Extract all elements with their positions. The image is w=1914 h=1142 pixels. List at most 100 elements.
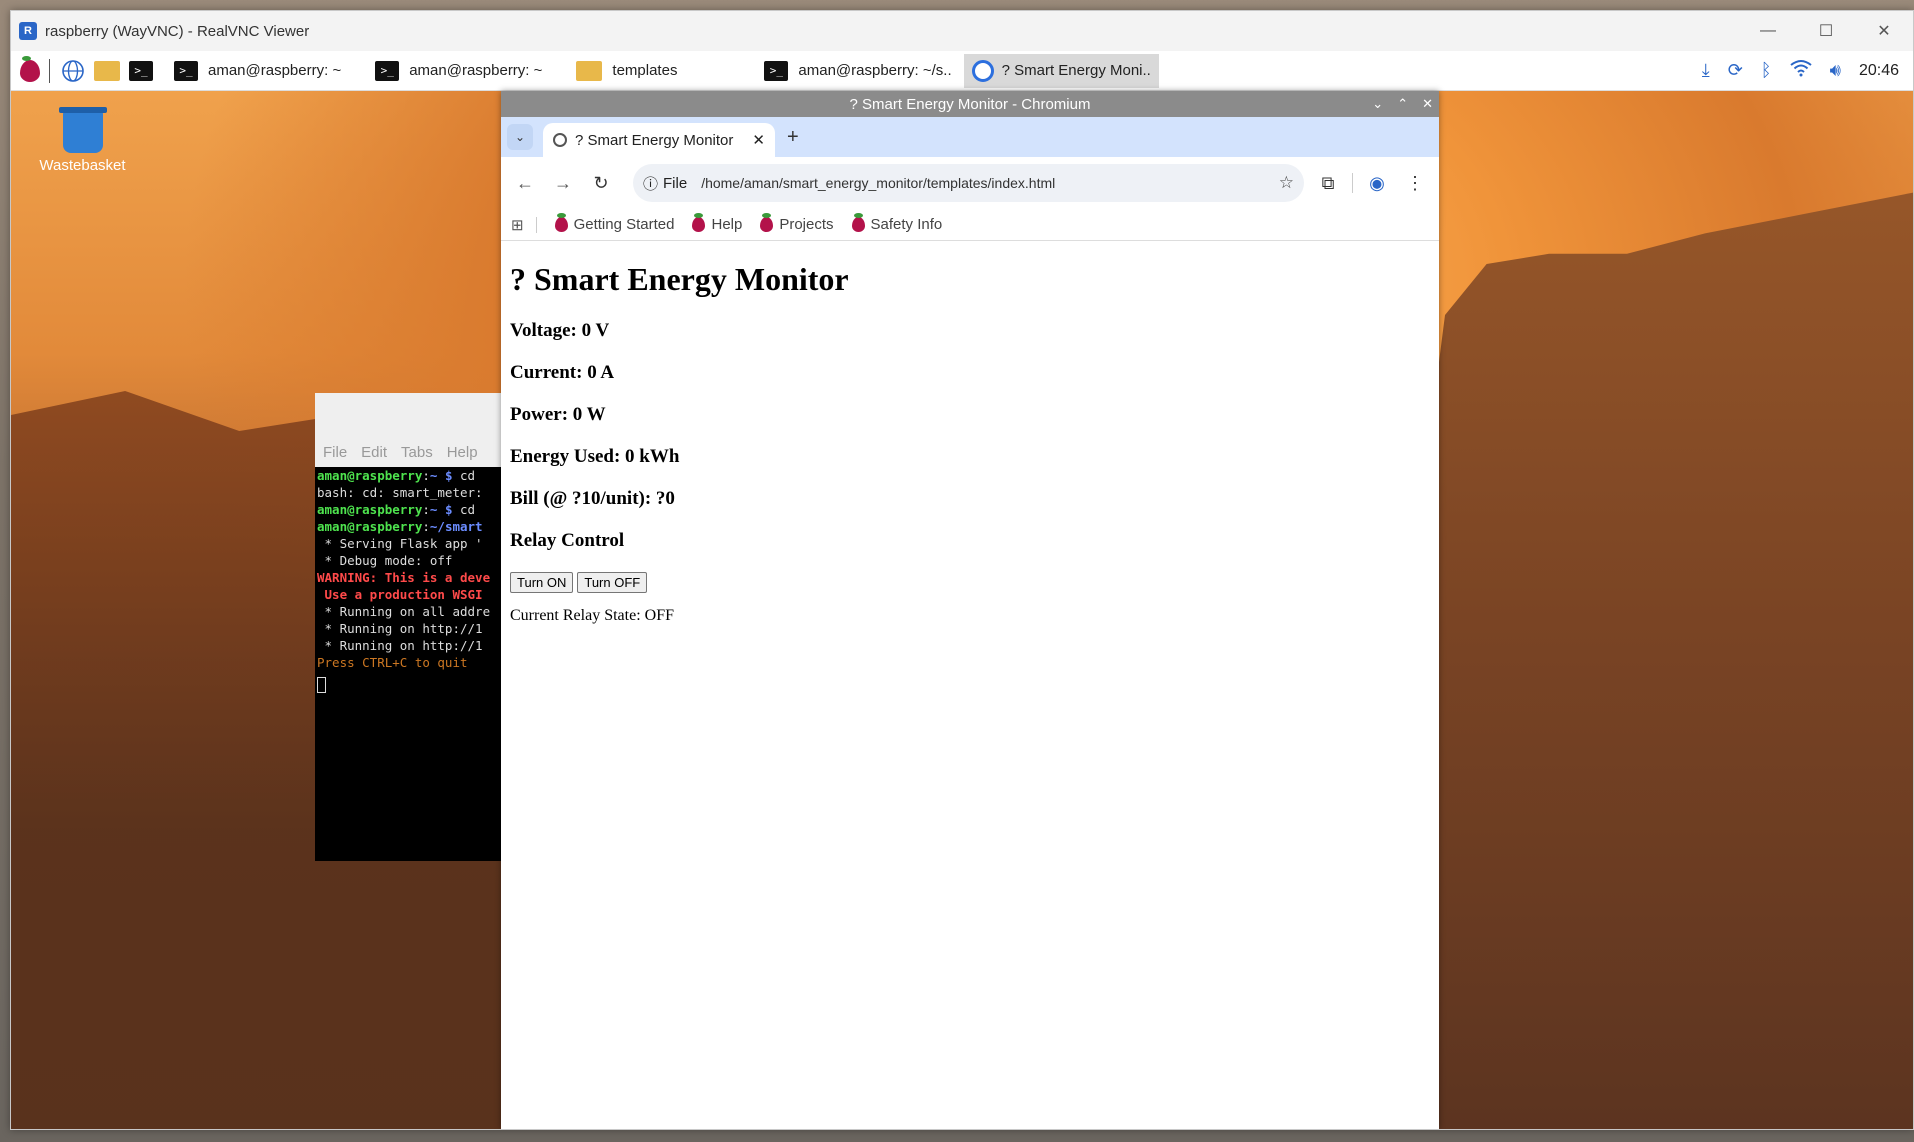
bookmark-label: Projects xyxy=(779,216,834,233)
tab-strip: ⌄ ? Smart Energy Monitor ✕ + xyxy=(501,117,1439,157)
bookmark-label: Safety Info xyxy=(870,216,943,233)
maximize-button[interactable]: ☐ xyxy=(1797,11,1855,51)
maximize-icon[interactable]: ⌃ xyxy=(1397,96,1408,112)
taskbar-separator xyxy=(49,58,50,83)
taskbar: >_ >_ aman@raspberry: ~ >_ aman@raspberr… xyxy=(11,51,1913,91)
bookmark-label: Help xyxy=(711,216,743,233)
raspberry-menu-icon[interactable] xyxy=(15,55,45,86)
bookmarks-separator xyxy=(535,216,537,233)
clock[interactable]: 20:46 xyxy=(1859,62,1899,80)
close-button[interactable]: ✕ xyxy=(1855,11,1913,51)
vnc-titlebar: R raspberry (WayVNC) - RealVNC Viewer — … xyxy=(11,11,1913,51)
chromium-icon xyxy=(971,59,994,82)
taskbar-task-active[interactable]: ? Smart Energy Moni.. xyxy=(963,53,1159,88)
bookmark-help[interactable]: Help xyxy=(692,213,743,233)
apps-grid-icon[interactable]: ⊞ xyxy=(511,216,524,234)
download-icon[interactable]: ⤓ xyxy=(1702,60,1710,81)
browser-launcher-icon[interactable] xyxy=(58,56,88,86)
menu-file[interactable]: File xyxy=(323,444,347,461)
terminal-window[interactable]: File Edit Tabs Help aman@raspberry:~ $ c… xyxy=(315,393,505,861)
bookmark-getting-started[interactable]: Getting Started xyxy=(554,213,675,233)
url-text[interactable]: /home/aman/smart_energy_monitor/template… xyxy=(701,175,1279,191)
menu-edit[interactable]: Edit xyxy=(361,444,387,461)
realvnc-logo-icon: R xyxy=(19,22,37,40)
bookmark-label: Getting Started xyxy=(573,216,675,233)
raspberry-icon xyxy=(692,213,706,232)
reload-icon[interactable]: ↻ xyxy=(587,173,615,194)
globe-icon xyxy=(553,133,567,147)
tab-smart-energy-monitor[interactable]: ? Smart Energy Monitor ✕ xyxy=(543,123,775,157)
remote-desktop[interactable]: >_ >_ aman@raspberry: ~ >_ aman@raspberr… xyxy=(11,51,1913,1129)
terminal-launcher-icon[interactable]: >_ xyxy=(126,56,156,86)
wastebasket-icon xyxy=(58,107,107,153)
relay-state-text: Current Relay State: OFF xyxy=(510,607,674,624)
minimize-icon[interactable]: ⌄ xyxy=(1372,96,1383,112)
chromium-titlebar[interactable]: ? Smart Energy Monitor - Chromium ⌄ ⌃ ✕ xyxy=(501,91,1439,117)
raspberry-icon xyxy=(760,213,774,232)
wifi-icon[interactable] xyxy=(1789,59,1812,82)
taskbar-task[interactable]: >_ aman@raspberry: ~/s.. xyxy=(756,54,959,88)
relay-control-heading: Relay Control xyxy=(510,530,625,551)
wastebasket-label: Wastebasket xyxy=(39,157,126,174)
relay-buttons: Turn ON Turn OFF xyxy=(510,572,1430,593)
taskbar-task-label: aman@raspberry: ~ xyxy=(409,62,543,79)
file-manager-launcher-icon[interactable] xyxy=(92,56,122,86)
taskbar-task[interactable]: templates xyxy=(568,54,752,88)
close-icon[interactable]: ✕ xyxy=(1422,96,1433,112)
taskbar-task-label: templates xyxy=(612,62,678,79)
bookmarks-bar: ⊞ Getting Started Help Projects Safety I… xyxy=(501,209,1439,241)
back-arrow-icon[interactable]: ← xyxy=(511,173,539,194)
tab-close-icon[interactable]: ✕ xyxy=(752,131,765,149)
vnc-window-title: raspberry (WayVNC) - RealVNC Viewer xyxy=(45,22,310,40)
current-reading: Current: 0 A xyxy=(510,362,615,383)
terminal-menubar: File Edit Tabs Help xyxy=(315,437,505,467)
terminal-icon: >_ xyxy=(174,60,198,81)
extensions-icon[interactable]: ⧉ xyxy=(1314,173,1342,194)
minimize-button[interactable]: — xyxy=(1739,11,1797,51)
terminal-icon: >_ xyxy=(375,60,400,81)
terminal-titlebar[interactable] xyxy=(315,393,505,437)
terminal-output[interactable]: aman@raspberry:~ $ cd bash: cd: smart_me… xyxy=(315,467,505,697)
info-icon: ⓘ xyxy=(643,175,659,193)
menu-help[interactable]: Help xyxy=(447,444,478,461)
energy-reading: Energy Used: 0 kWh xyxy=(510,446,680,467)
site-info-chip[interactable]: ⓘ File xyxy=(643,173,687,194)
bookmark-safety-info[interactable]: Safety Info xyxy=(851,213,943,233)
raspberry-icon xyxy=(851,213,865,232)
turn-on-button[interactable]: Turn ON xyxy=(510,572,574,593)
bill-reading: Bill (@ ?10/unit): ?0 xyxy=(510,488,675,509)
wastebasket-desktop-icon[interactable]: Wastebasket xyxy=(25,107,140,174)
browser-toolbar: ← → ↻ ⓘ File /home/aman/smart_energy_mon… xyxy=(501,157,1439,209)
tab-title: ? Smart Energy Monitor xyxy=(575,131,734,149)
volume-icon[interactable]: 🔊︎ xyxy=(1830,60,1841,81)
taskbar-task[interactable]: >_ aman@raspberry: ~ xyxy=(367,54,550,88)
wallpaper-cliff xyxy=(1393,192,1913,1129)
tab-search-button[interactable]: ⌄ xyxy=(507,124,533,150)
voltage-reading: Voltage: 0 V xyxy=(510,320,610,341)
profile-icon[interactable]: ◉ xyxy=(1363,173,1391,194)
terminal-icon: >_ xyxy=(764,60,789,81)
new-tab-button[interactable]: + xyxy=(787,126,799,149)
turn-off-button[interactable]: Turn OFF xyxy=(577,572,648,593)
site-info-label: File xyxy=(663,174,688,192)
bookmark-star-icon[interactable]: ☆ xyxy=(1279,173,1294,193)
toolbar-separator xyxy=(1352,173,1353,193)
system-tray: ⤓ ⟳ ᛒ 🔊︎ 20:46 xyxy=(1702,59,1913,82)
chromium-window: ? Smart Energy Monitor - Chromium ⌄ ⌃ ✕ … xyxy=(501,91,1439,1129)
bluetooth-icon[interactable]: ᛒ xyxy=(1761,60,1772,81)
raspberry-icon xyxy=(554,213,568,232)
page-content: ? Smart Energy Monitor Voltage: 0 V Curr… xyxy=(501,241,1439,645)
taskbar-task[interactable]: >_ aman@raspberry: ~ xyxy=(166,54,349,88)
terminal-cursor xyxy=(317,677,326,693)
taskbar-task-label: aman@raspberry: ~/s.. xyxy=(798,62,952,79)
menu-kebab-icon[interactable]: ⋮ xyxy=(1401,173,1429,194)
taskbar-task-label: ? Smart Energy Moni.. xyxy=(1001,62,1151,79)
bookmark-projects[interactable]: Projects xyxy=(760,213,834,233)
folder-icon xyxy=(576,60,603,81)
address-bar[interactable]: ⓘ File /home/aman/smart_energy_monitor/t… xyxy=(633,164,1304,202)
menu-tabs[interactable]: Tabs xyxy=(401,444,433,461)
update-icon[interactable]: ⟳ xyxy=(1728,60,1743,81)
power-reading: Power: 0 W xyxy=(510,404,606,425)
taskbar-task-label: aman@raspberry: ~ xyxy=(208,62,342,79)
forward-arrow-icon[interactable]: → xyxy=(549,173,577,194)
